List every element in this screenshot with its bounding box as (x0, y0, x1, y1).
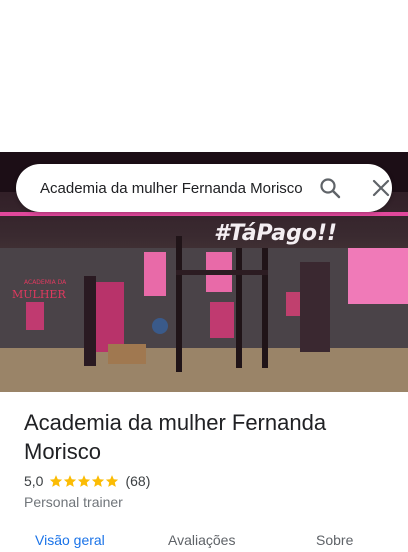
window-mid (144, 252, 166, 296)
search-input[interactable] (40, 164, 302, 212)
tab-about[interactable]: Sobre (316, 532, 353, 548)
sign-text: MULHER (12, 288, 66, 301)
floor (0, 348, 408, 392)
chair (26, 302, 44, 330)
search-icon[interactable] (318, 176, 342, 200)
wall-slogan: #TáPago!! (214, 221, 337, 246)
sign-small-text: ACADEMIA DA (24, 279, 67, 286)
machine-right (300, 262, 330, 352)
tab-overview[interactable]: Visão geral (35, 532, 105, 548)
rating-stars (49, 474, 119, 488)
machine-pad (210, 302, 234, 338)
window-right (348, 248, 408, 304)
rating-row[interactable]: 5,0 (68) (24, 472, 150, 490)
rack-post (176, 236, 182, 372)
back-wall (0, 248, 408, 358)
star-icon (64, 475, 77, 487)
rack-post-3 (262, 248, 268, 368)
place-title: Academia da mulher Fernanda Morisco (24, 410, 327, 464)
star-icon (92, 475, 105, 487)
neon-strip (0, 212, 408, 216)
rating-value: 5,0 (24, 473, 44, 489)
star-icon (50, 475, 63, 487)
tab-reviews[interactable]: Avaliações (168, 532, 235, 548)
search-bar[interactable] (16, 164, 392, 212)
machine-seat (96, 282, 124, 352)
close-icon[interactable] (369, 176, 393, 200)
box (108, 344, 146, 364)
star-icon (106, 475, 119, 487)
reviews-count[interactable]: (68) (125, 473, 150, 489)
star-icon (78, 475, 91, 487)
ball (152, 318, 168, 334)
place-tabs: Visão geral Avaliações Sobre (0, 528, 408, 552)
place-category[interactable]: Personal trainer (24, 494, 123, 510)
machine-frame (84, 276, 96, 366)
rack-bar (176, 270, 268, 275)
rack-post-2 (236, 248, 242, 368)
